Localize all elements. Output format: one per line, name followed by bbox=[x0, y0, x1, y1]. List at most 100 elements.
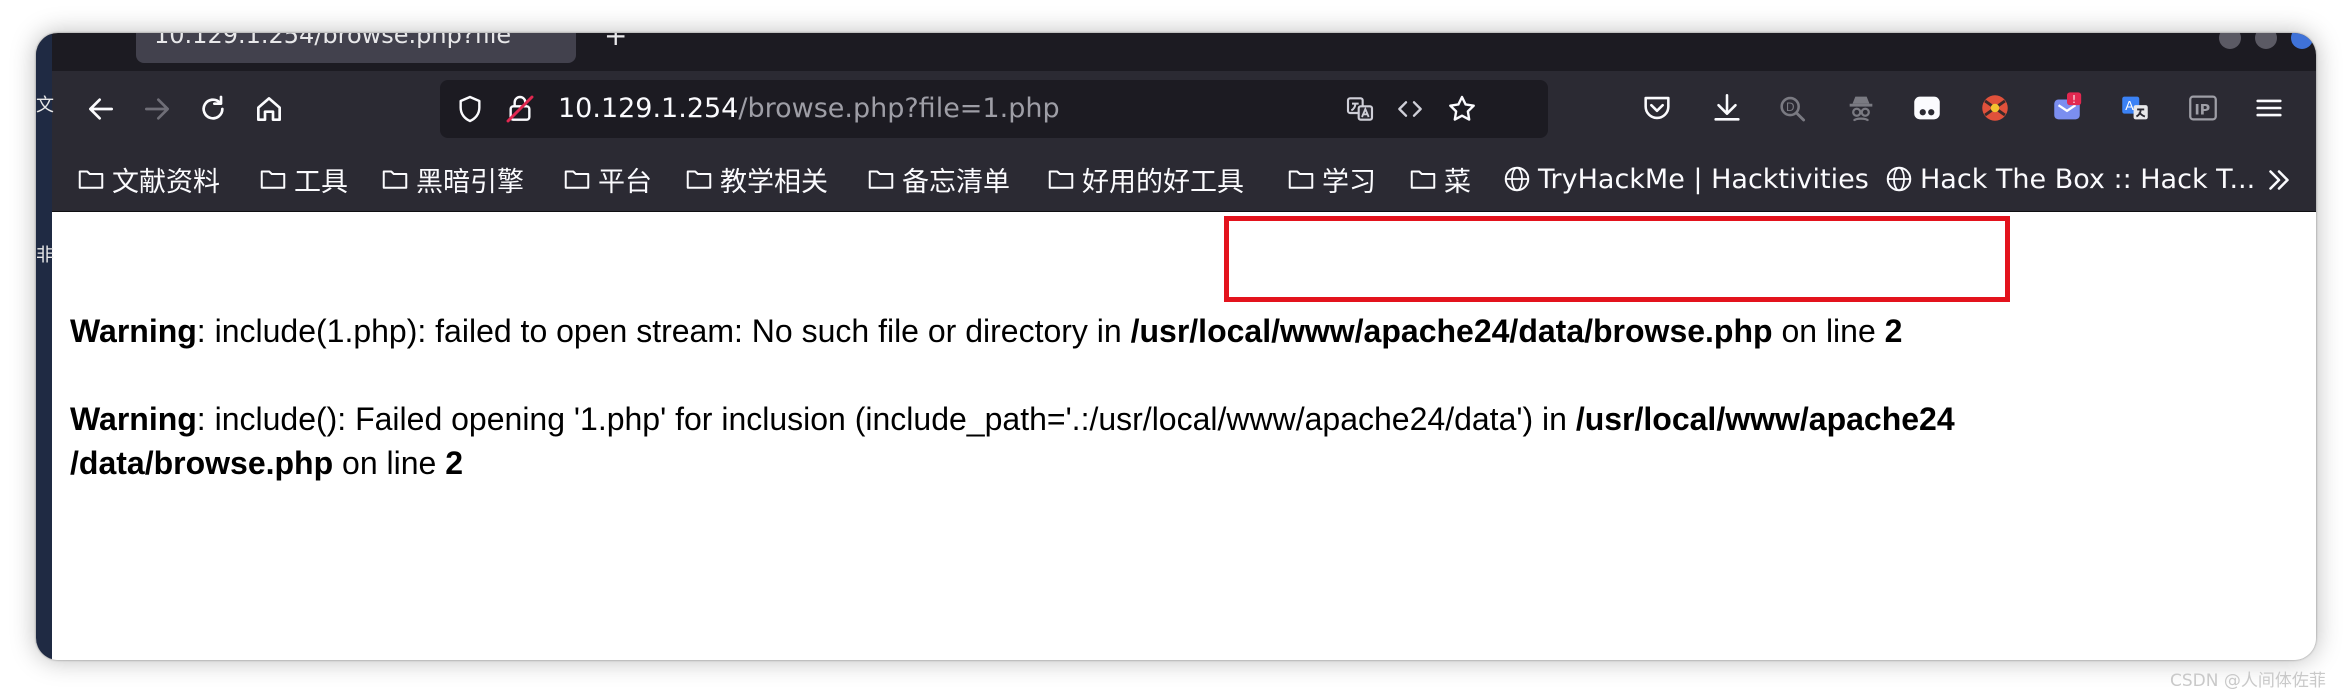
bookmark-label: 黑暗引擎 bbox=[416, 166, 524, 198]
extension-button[interactable] bbox=[1908, 89, 1946, 127]
file-path: /usr/local/www/apache24 bbox=[1575, 401, 1955, 437]
bookmark-folder[interactable]: 平台 bbox=[562, 161, 652, 198]
sidebar-glyph: 文 bbox=[36, 95, 54, 116]
bookmark-label: 备忘清单 bbox=[902, 166, 1010, 198]
bookmark-label: 文献资料 bbox=[112, 166, 220, 198]
bookmark-star-icon[interactable] bbox=[1446, 93, 1478, 125]
extension-button[interactable] bbox=[1976, 89, 2014, 127]
extension-button[interactable]: ! bbox=[2048, 89, 2086, 127]
folder-icon bbox=[260, 170, 286, 189]
chevron-double-right-icon[interactable] bbox=[2262, 163, 2296, 197]
reload-icon bbox=[202, 95, 224, 120]
line-prefix: on line bbox=[1772, 313, 1885, 349]
folder-icon bbox=[382, 170, 408, 189]
spy-extension-icon bbox=[1849, 96, 1873, 122]
warning-text: : include(1.php): failed to open stream:… bbox=[196, 313, 1131, 349]
download-icon bbox=[1714, 93, 1740, 121]
url-text[interactable]: 10.129.1.254/browse.php?file=1.php bbox=[558, 93, 1060, 125]
bookmark-label: TryHackMe | Hacktivities bbox=[1538, 163, 1869, 195]
folder-icon bbox=[1048, 170, 1074, 189]
bookmarks-toolbar: 文献资料 工具 黑暗引擎 平台 教学相关 备忘清单 好用的好工具 学习 菜 Tr… bbox=[36, 147, 2316, 212]
line-number: 2 bbox=[445, 445, 464, 481]
warning-label: Warning bbox=[70, 313, 197, 349]
pocket-button[interactable] bbox=[1638, 89, 1676, 127]
bookmark-label: 菜 bbox=[1444, 166, 1471, 198]
url-host: 10.129.1.254 bbox=[558, 93, 739, 124]
bookmark-folder[interactable]: 菜 bbox=[1408, 161, 1471, 198]
file-path: /data/browse.php bbox=[70, 445, 334, 481]
left-edge-strip: 文 非 bbox=[36, 33, 54, 660]
bookmark-link[interactable]: Hack The Box :: Hack T... bbox=[1884, 161, 2255, 197]
magnifier-extension-icon: D bbox=[1780, 96, 1806, 122]
extension-button[interactable]: D bbox=[1774, 89, 1812, 127]
warning-text: : include(): Failed opening '1.php' for … bbox=[196, 401, 1576, 437]
bookmark-label: 工具 bbox=[294, 166, 348, 198]
url-path: /browse.php?file=1.php bbox=[738, 93, 1060, 124]
folder-icon bbox=[1410, 170, 1436, 189]
shield-icon[interactable] bbox=[454, 93, 486, 125]
downloads-button[interactable] bbox=[1708, 89, 1746, 127]
forward-button[interactable] bbox=[134, 86, 180, 132]
hamburger-menu-icon bbox=[2256, 99, 2282, 117]
new-tab-icon[interactable]: + bbox=[604, 33, 627, 52]
bookmark-folder[interactable]: 教学相关 bbox=[684, 161, 828, 198]
svg-text:A: A bbox=[2125, 99, 2134, 114]
notification-badge: ! bbox=[2072, 93, 2076, 106]
bookmark-label: 好用的好工具 bbox=[1082, 166, 1244, 198]
extension-button[interactable] bbox=[1842, 89, 1880, 127]
bookmark-link[interactable]: TryHackMe | Hacktivities bbox=[1502, 161, 1869, 197]
reader-code-icon[interactable] bbox=[1394, 93, 1426, 125]
folder-icon bbox=[78, 170, 104, 189]
bookmark-label: 平台 bbox=[598, 166, 652, 198]
bookmark-label: 教学相关 bbox=[720, 166, 828, 198]
ip-extension-icon: IP bbox=[2189, 95, 2217, 121]
bookmark-folder[interactable]: 备忘清单 bbox=[866, 161, 1010, 198]
globe-icon bbox=[1504, 166, 1530, 192]
globe-icon bbox=[1886, 166, 1912, 192]
folder-icon bbox=[1288, 170, 1314, 189]
line-number: 2 bbox=[1884, 313, 1903, 349]
bookmark-label: Hack The Box :: Hack T... bbox=[1920, 163, 2256, 195]
sidebar-glyph: 非 bbox=[36, 245, 54, 266]
extension-button[interactable]: IP bbox=[2184, 89, 2222, 127]
back-button[interactable] bbox=[78, 86, 124, 132]
close-window-icon[interactable] bbox=[2291, 33, 2313, 49]
bookmark-folder[interactable]: 学习 bbox=[1286, 161, 1376, 198]
app-menu-button[interactable] bbox=[2250, 89, 2288, 127]
warning-message-2-continued: /data/browse.php on line 2 bbox=[70, 443, 463, 483]
folder-icon bbox=[686, 170, 712, 189]
translate-extension-icon: A bbox=[2122, 96, 2148, 120]
address-bar[interactable]: 10.129.1.254/browse.php?file=1.php bbox=[440, 80, 1548, 138]
insecure-lock-icon[interactable] bbox=[504, 93, 536, 125]
warning-message-2: Warning: include(): Failed opening '1.ph… bbox=[70, 399, 1955, 439]
home-button[interactable] bbox=[246, 86, 292, 132]
pocket-icon bbox=[1644, 96, 1670, 120]
file-path: /usr/local/www/apache24/data/browse.php bbox=[1130, 313, 1773, 349]
svg-text:IP: IP bbox=[2195, 102, 2211, 118]
folder-icon bbox=[564, 170, 590, 189]
extension-button[interactable]: A bbox=[2116, 89, 2154, 127]
line-prefix: on line bbox=[333, 445, 446, 481]
bookmark-folder[interactable]: 好用的好工具 bbox=[1046, 161, 1244, 198]
active-tab[interactable]: 10.129.1.254/browse.php?file bbox=[136, 33, 576, 63]
watermark: CSDN @人间体佐菲 bbox=[2170, 671, 2326, 691]
navigation-toolbar: 10.129.1.254/browse.php?file=1.php D ! A… bbox=[36, 71, 2316, 147]
minimize-window-icon[interactable] bbox=[2219, 33, 2241, 49]
translate-icon[interactable] bbox=[1344, 93, 1376, 125]
svg-text:D: D bbox=[1786, 100, 1795, 114]
bookmark-folder[interactable]: 黑暗引擎 bbox=[380, 161, 524, 198]
page-content: Warning: include(1.php): failed to open … bbox=[52, 212, 2316, 660]
maximize-window-icon[interactable] bbox=[2255, 33, 2277, 49]
arrow-left-icon bbox=[89, 98, 113, 120]
vpn-extension-icon bbox=[1914, 96, 1940, 120]
tab-strip: 10.129.1.254/browse.php?file + bbox=[36, 33, 2316, 71]
bookmark-folder[interactable]: 文献资料 bbox=[76, 161, 220, 198]
folder-icon bbox=[868, 170, 894, 189]
reload-button[interactable] bbox=[190, 86, 236, 132]
warning-label: Warning bbox=[70, 401, 197, 437]
mail-extension-icon: ! bbox=[2054, 92, 2082, 120]
arrow-right-icon bbox=[145, 98, 169, 120]
warning-message-1: Warning: include(1.php): failed to open … bbox=[70, 311, 1902, 351]
tab-title: 10.129.1.254/browse.php?file bbox=[154, 33, 512, 49]
bookmark-folder[interactable]: 工具 bbox=[258, 161, 348, 198]
